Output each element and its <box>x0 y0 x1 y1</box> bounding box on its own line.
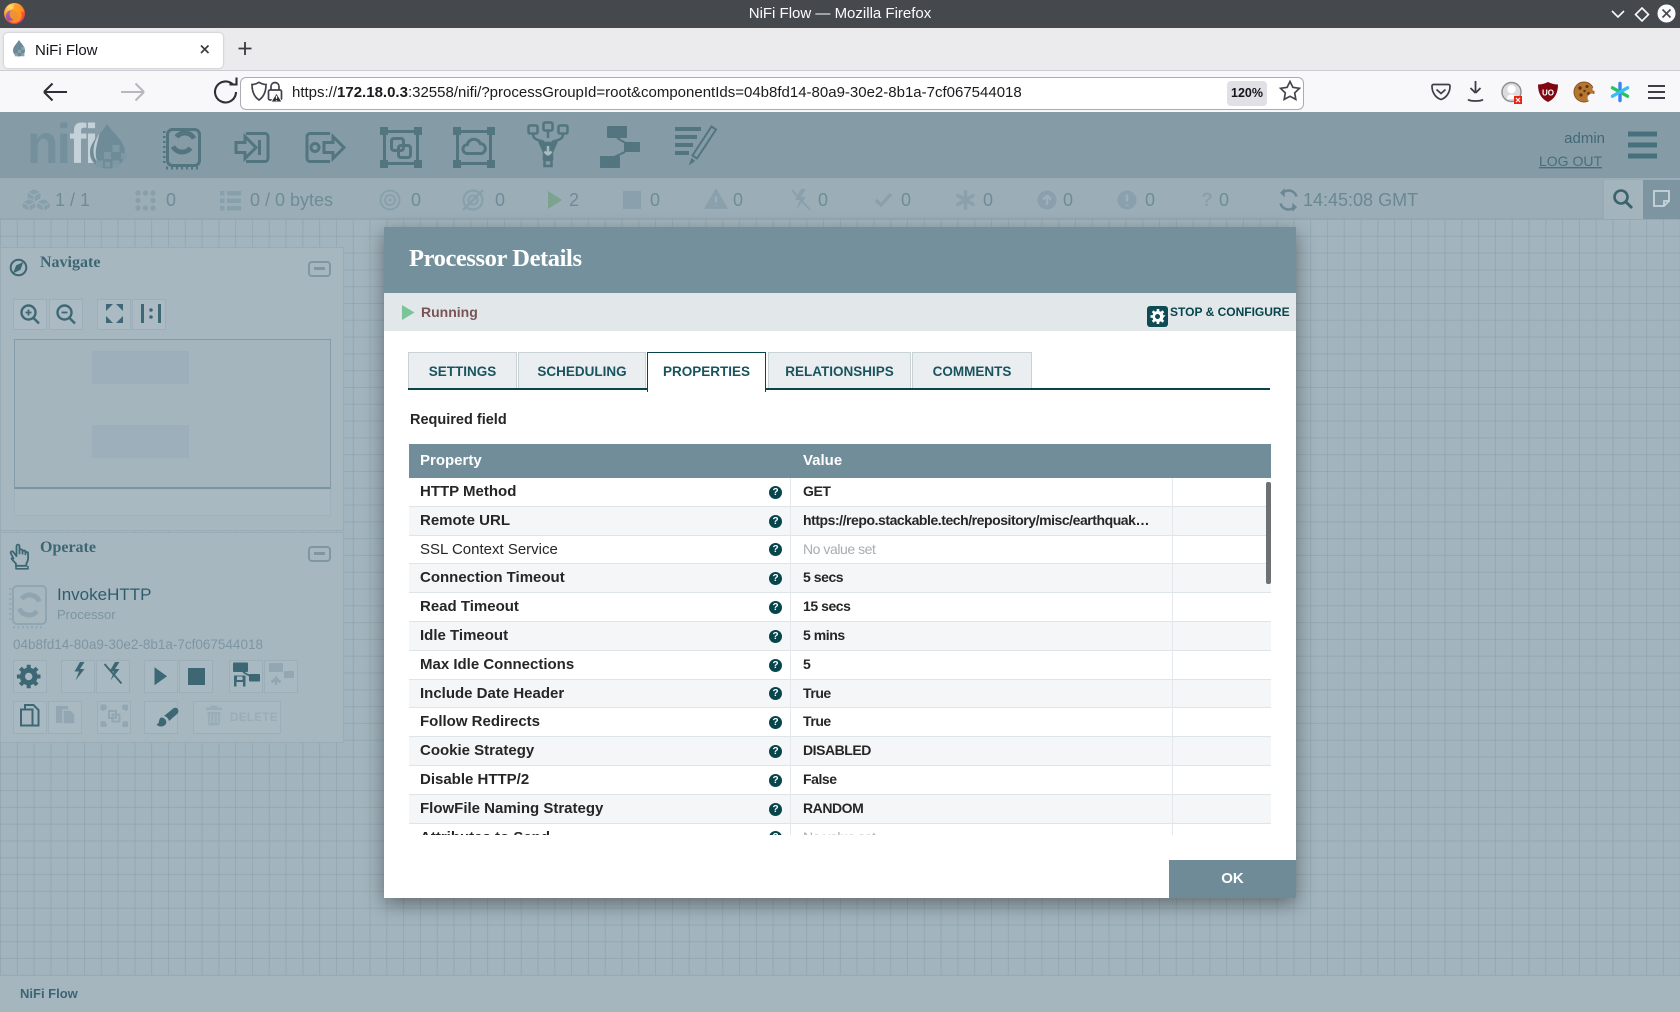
svg-text:0 / 0 bytes: 0 / 0 bytes <box>250 190 333 210</box>
svg-text:LOG OUT: LOG OUT <box>1539 153 1602 169</box>
svg-text:0: 0 <box>733 190 743 210</box>
svg-text:?: ? <box>1201 190 1213 211</box>
svg-text:0: 0 <box>1219 190 1229 210</box>
svg-text:0: 0 <box>901 190 911 210</box>
svg-text:UO: UO <box>1542 89 1554 98</box>
svg-text:1 / 1: 1 / 1 <box>55 190 90 210</box>
svg-text:0: 0 <box>818 190 828 210</box>
svg-text:0: 0 <box>1063 190 1073 210</box>
svg-text:2: 2 <box>569 190 579 210</box>
svg-text:0: 0 <box>411 190 421 210</box>
svg-text:0: 0 <box>166 190 176 210</box>
svg-text:0: 0 <box>650 190 660 210</box>
svg-text:0: 0 <box>1145 190 1155 210</box>
svg-text:0: 0 <box>495 190 505 210</box>
svg-text:0: 0 <box>983 190 993 210</box>
svg-text:14:45:08 GMT: 14:45:08 GMT <box>1303 190 1418 210</box>
svg-text:admin: admin <box>1564 130 1605 147</box>
